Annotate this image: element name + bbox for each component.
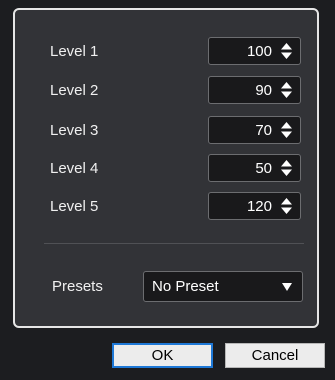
level-2-stepper[interactable]: 90	[208, 76, 301, 104]
level-2-value[interactable]: 90	[255, 82, 272, 99]
level-3-label: Level 3	[50, 122, 99, 139]
presets-label: Presets	[52, 278, 103, 295]
level-4-stepper[interactable]: 50	[208, 154, 301, 182]
level-1-stepper[interactable]: 100	[208, 37, 301, 65]
cancel-button[interactable]: Cancel	[225, 343, 325, 368]
level-row-1: Level 1 100	[15, 37, 317, 67]
presets-dropdown[interactable]: No Preset	[143, 271, 303, 302]
level-row-5: Level 5 120	[15, 192, 317, 222]
up-down-arrows-icon[interactable]	[281, 198, 292, 214]
up-down-arrows-icon[interactable]	[281, 43, 292, 59]
level-5-value[interactable]: 120	[247, 198, 272, 215]
level-1-value[interactable]: 100	[247, 43, 272, 60]
level-4-value[interactable]: 50	[255, 160, 272, 177]
level-5-stepper[interactable]: 120	[208, 192, 301, 220]
up-down-arrows-icon[interactable]	[281, 82, 292, 98]
level-3-value[interactable]: 70	[255, 122, 272, 139]
presets-value[interactable]: No Preset	[152, 278, 219, 295]
ok-button[interactable]: OK	[112, 343, 213, 368]
divider	[44, 243, 304, 244]
level-5-label: Level 5	[50, 198, 99, 215]
triangle-down-icon[interactable]	[282, 283, 292, 291]
up-down-arrows-icon[interactable]	[281, 160, 292, 176]
level-row-3: Level 3 70	[15, 116, 317, 146]
dialog: { "levels": [ {"label": "Level 1", "valu…	[0, 0, 335, 380]
level-1-label: Level 1	[50, 43, 99, 60]
level-4-label: Level 4	[50, 160, 99, 177]
up-down-arrows-icon[interactable]	[281, 122, 292, 138]
level-2-label: Level 2	[50, 82, 99, 99]
level-row-4: Level 4 50	[15, 154, 317, 184]
level-3-stepper[interactable]: 70	[208, 116, 301, 144]
level-row-2: Level 2 90	[15, 76, 317, 106]
levels-panel: Level 1 100 Level 2 90 Level 3 70 Level …	[13, 8, 319, 328]
